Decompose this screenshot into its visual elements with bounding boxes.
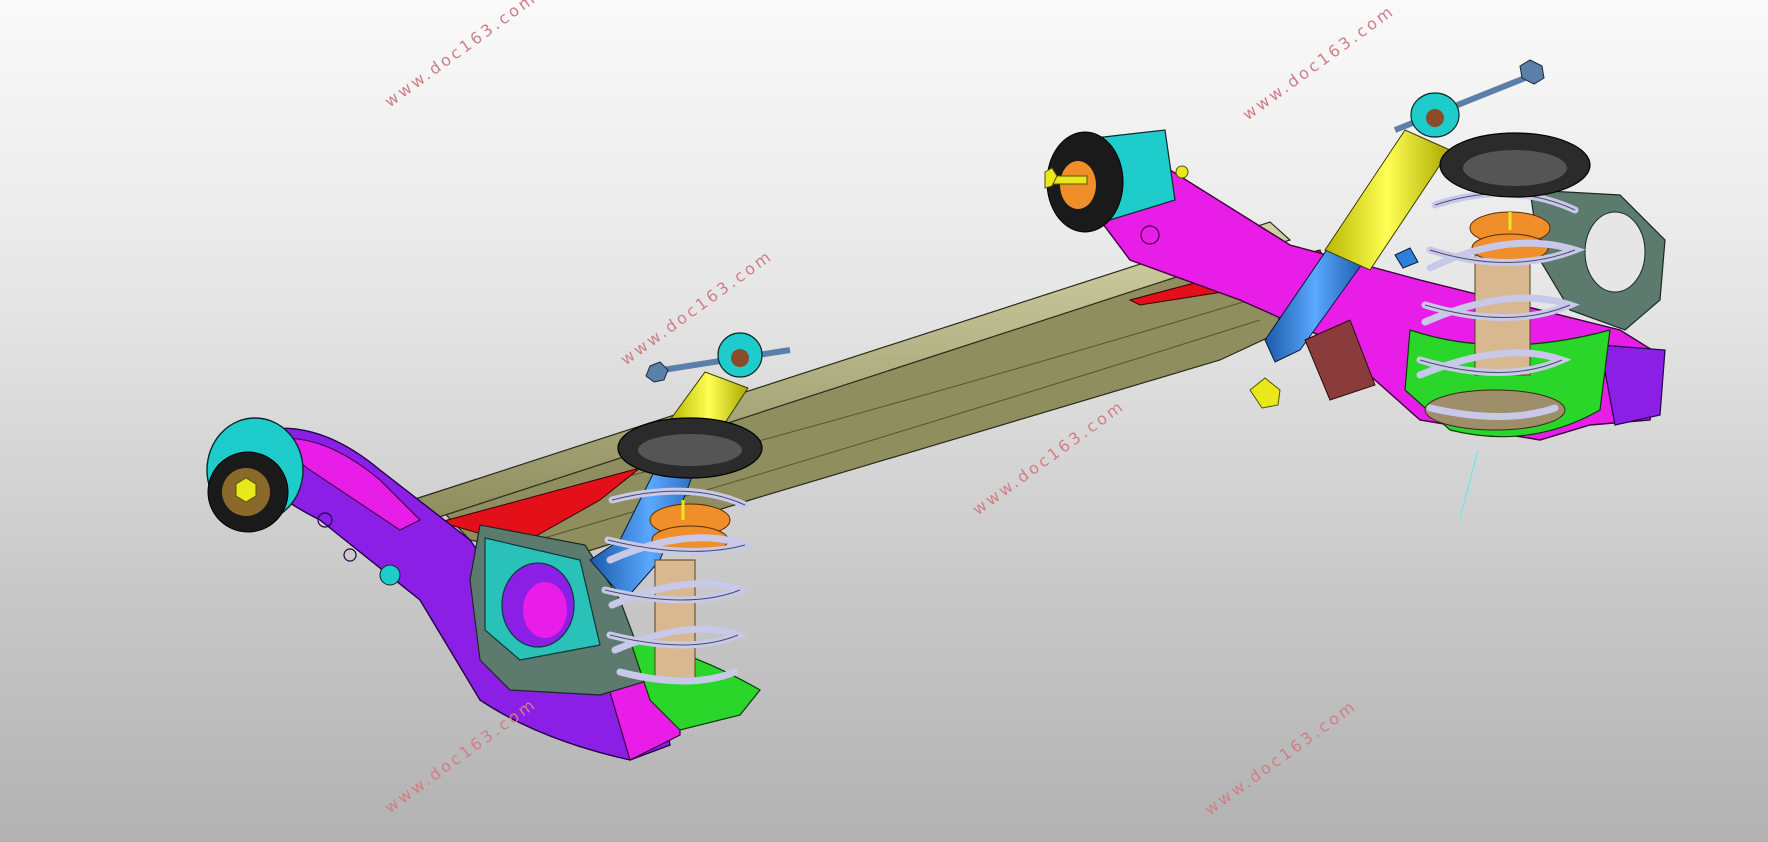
cad-viewport[interactable]: www.doc163.com www.doc163.com www.doc163…	[0, 0, 1768, 842]
rear-suspension-model[interactable]	[0, 0, 1768, 842]
left-front-bushing[interactable]	[206, 417, 304, 533]
